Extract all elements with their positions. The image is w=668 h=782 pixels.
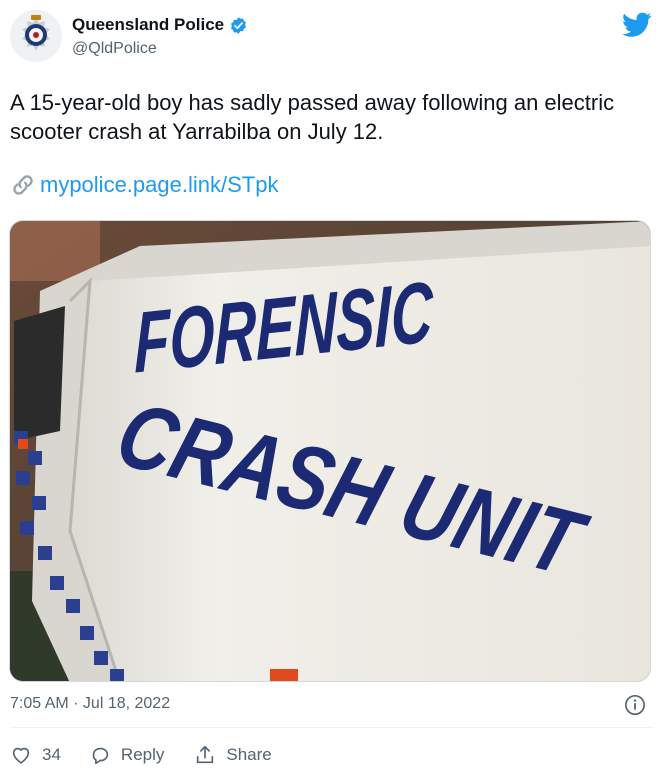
reply-label: Reply bbox=[120, 745, 165, 764]
like-count: 34 bbox=[42, 745, 61, 764]
link-icon bbox=[13, 175, 33, 195]
account-avatar[interactable] bbox=[10, 10, 62, 62]
tweet-card: Queensland Police @QldPolice A 15-year-o… bbox=[0, 0, 668, 782]
reply-bubble-icon bbox=[92, 747, 109, 765]
twitter-bird-icon[interactable] bbox=[622, 12, 652, 38]
share-label: Share bbox=[226, 745, 272, 764]
share-icon bbox=[197, 745, 214, 764]
tweet-photo[interactable]: FORENSIC CRASH UNIT bbox=[9, 220, 651, 682]
tweet-text: A 15-year-old boy has sadly passed away … bbox=[10, 90, 615, 144]
tweet-actions: 34 Reply Share bbox=[10, 744, 272, 766]
heart-icon bbox=[12, 747, 30, 764]
forensic-vehicle-image: FORENSIC CRASH UNIT bbox=[10, 221, 650, 681]
police-badge-icon bbox=[10, 10, 62, 62]
account-handle[interactable]: @QldPolice bbox=[72, 40, 248, 58]
tweet-timestamp[interactable]: 7:05 AM · Jul 18, 2022 bbox=[10, 695, 170, 713]
divider bbox=[10, 727, 654, 728]
display-name[interactable]: Queensland Police bbox=[72, 15, 224, 35]
link-text[interactable]: mypolice.page.link/STpk bbox=[40, 172, 278, 198]
account-names: Queensland Police @QldPolice bbox=[72, 15, 248, 58]
share-button[interactable]: Share bbox=[194, 744, 272, 766]
tweet-link[interactable]: mypolice.page.link/STpk bbox=[10, 172, 278, 198]
info-icon[interactable] bbox=[624, 694, 646, 716]
verified-badge-icon bbox=[231, 16, 247, 34]
reply-button[interactable]: Reply bbox=[89, 744, 164, 766]
like-button[interactable]: 34 bbox=[10, 744, 61, 766]
